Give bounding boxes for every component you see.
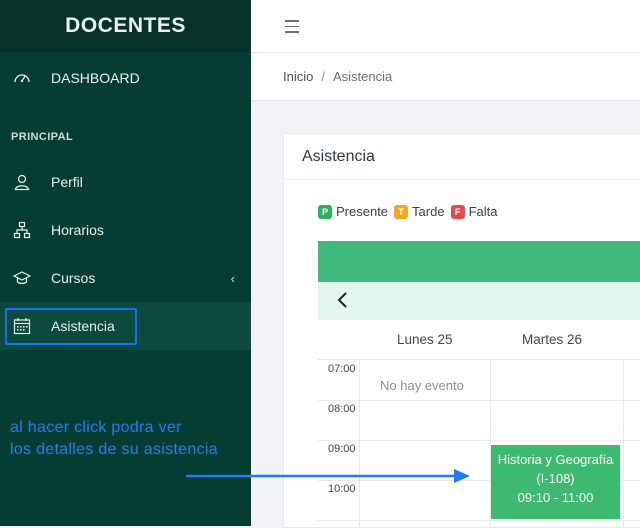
- graduation-cap-icon: [12, 268, 32, 288]
- section-title: PRINCIPAL: [11, 131, 74, 143]
- user-icon: [12, 172, 32, 192]
- calendar-nav: [318, 282, 640, 320]
- legend-item-presente: P Presente: [318, 204, 388, 219]
- grid-divider: [359, 360, 360, 527]
- day-header: Martes 26: [522, 332, 583, 347]
- top-bar: [251, 0, 640, 53]
- tarde-badge: T: [394, 204, 409, 219]
- sidebar-item-horarios[interactable]: Horarios: [0, 206, 251, 254]
- no-event-label: No hay evento: [380, 378, 464, 393]
- sidebar: DOCENTES DASHBOARD PRINCIPAL Perfil Hora…: [0, 0, 251, 526]
- legend-label: Presente: [336, 204, 389, 219]
- sidebar-item-label: Cursos: [51, 270, 96, 286]
- legend: P Presente T Tarde F Falta: [318, 204, 503, 219]
- day-header: Lunes 25: [397, 332, 453, 347]
- sidebar-item-label: DASHBOARD: [51, 70, 140, 86]
- annotation-arrow-icon: [186, 469, 470, 483]
- event-title: Historia y Geografía: [497, 452, 614, 467]
- grid-divider: [623, 360, 624, 527]
- hamburger-menu-icon[interactable]: [285, 20, 299, 37]
- breadcrumb-current: Asistencia: [332, 69, 393, 84]
- brand-title: DOCENTES: [0, 0, 251, 52]
- annotation-text: al hacer click podra ver los detalles de…: [10, 417, 218, 461]
- calendar-day-headers: Lunes 25 Martes 26: [318, 320, 640, 360]
- sidebar-item-label: Horarios: [51, 222, 104, 238]
- event-time: 09:10 - 11:00: [517, 490, 594, 505]
- legend-label: Tarde: [412, 204, 445, 219]
- breadcrumb: Inicio / Asistencia: [283, 69, 392, 84]
- annotation-line: los detalles de su asistencia: [10, 441, 218, 458]
- sitemap-icon: [12, 220, 32, 240]
- grid-row: [318, 440, 640, 441]
- card-header: Asistencia: [284, 134, 640, 180]
- sidebar-item-cursos[interactable]: Cursos ‹: [0, 254, 251, 302]
- time-label: 07:00: [328, 363, 356, 375]
- presente-badge: P: [318, 204, 332, 219]
- legend-item-tarde: T Tarde: [394, 204, 445, 219]
- calendar-header: [318, 241, 640, 282]
- sidebar-item-label: Perfil: [51, 174, 83, 190]
- falta-badge: F: [450, 204, 465, 219]
- card-title: Asistencia: [302, 148, 375, 165]
- highlight-box: [5, 308, 137, 345]
- chevron-left-icon[interactable]: [336, 291, 348, 312]
- legend-label: Falta: [468, 204, 498, 219]
- sidebar-item-perfil[interactable]: Perfil: [0, 158, 251, 206]
- chevron-left-icon: ‹: [230, 270, 235, 286]
- breadcrumb-separator: /: [321, 69, 325, 84]
- time-label: 09:00: [328, 443, 356, 455]
- grid-row: [318, 520, 640, 521]
- breadcrumb-home[interactable]: Inicio: [283, 69, 313, 84]
- calendar-event[interactable]: Historia y Geografía (I-108) 09:10 - 11:…: [491, 445, 620, 519]
- event-room: (I-108): [536, 471, 575, 486]
- sidebar-item-dashboard[interactable]: DASHBOARD: [0, 54, 251, 102]
- time-label: 08:00: [328, 403, 356, 415]
- annotation-line: al hacer click podra ver: [10, 419, 182, 436]
- speedometer-icon: [12, 68, 32, 88]
- grid-row: [318, 400, 640, 401]
- breadcrumb-bar: Inicio / Asistencia: [251, 53, 640, 101]
- calendar-grid: 07:00 08:00 09:00 10:00 No hay evento Hi…: [318, 360, 640, 527]
- legend-item-falta: F Falta: [450, 204, 498, 219]
